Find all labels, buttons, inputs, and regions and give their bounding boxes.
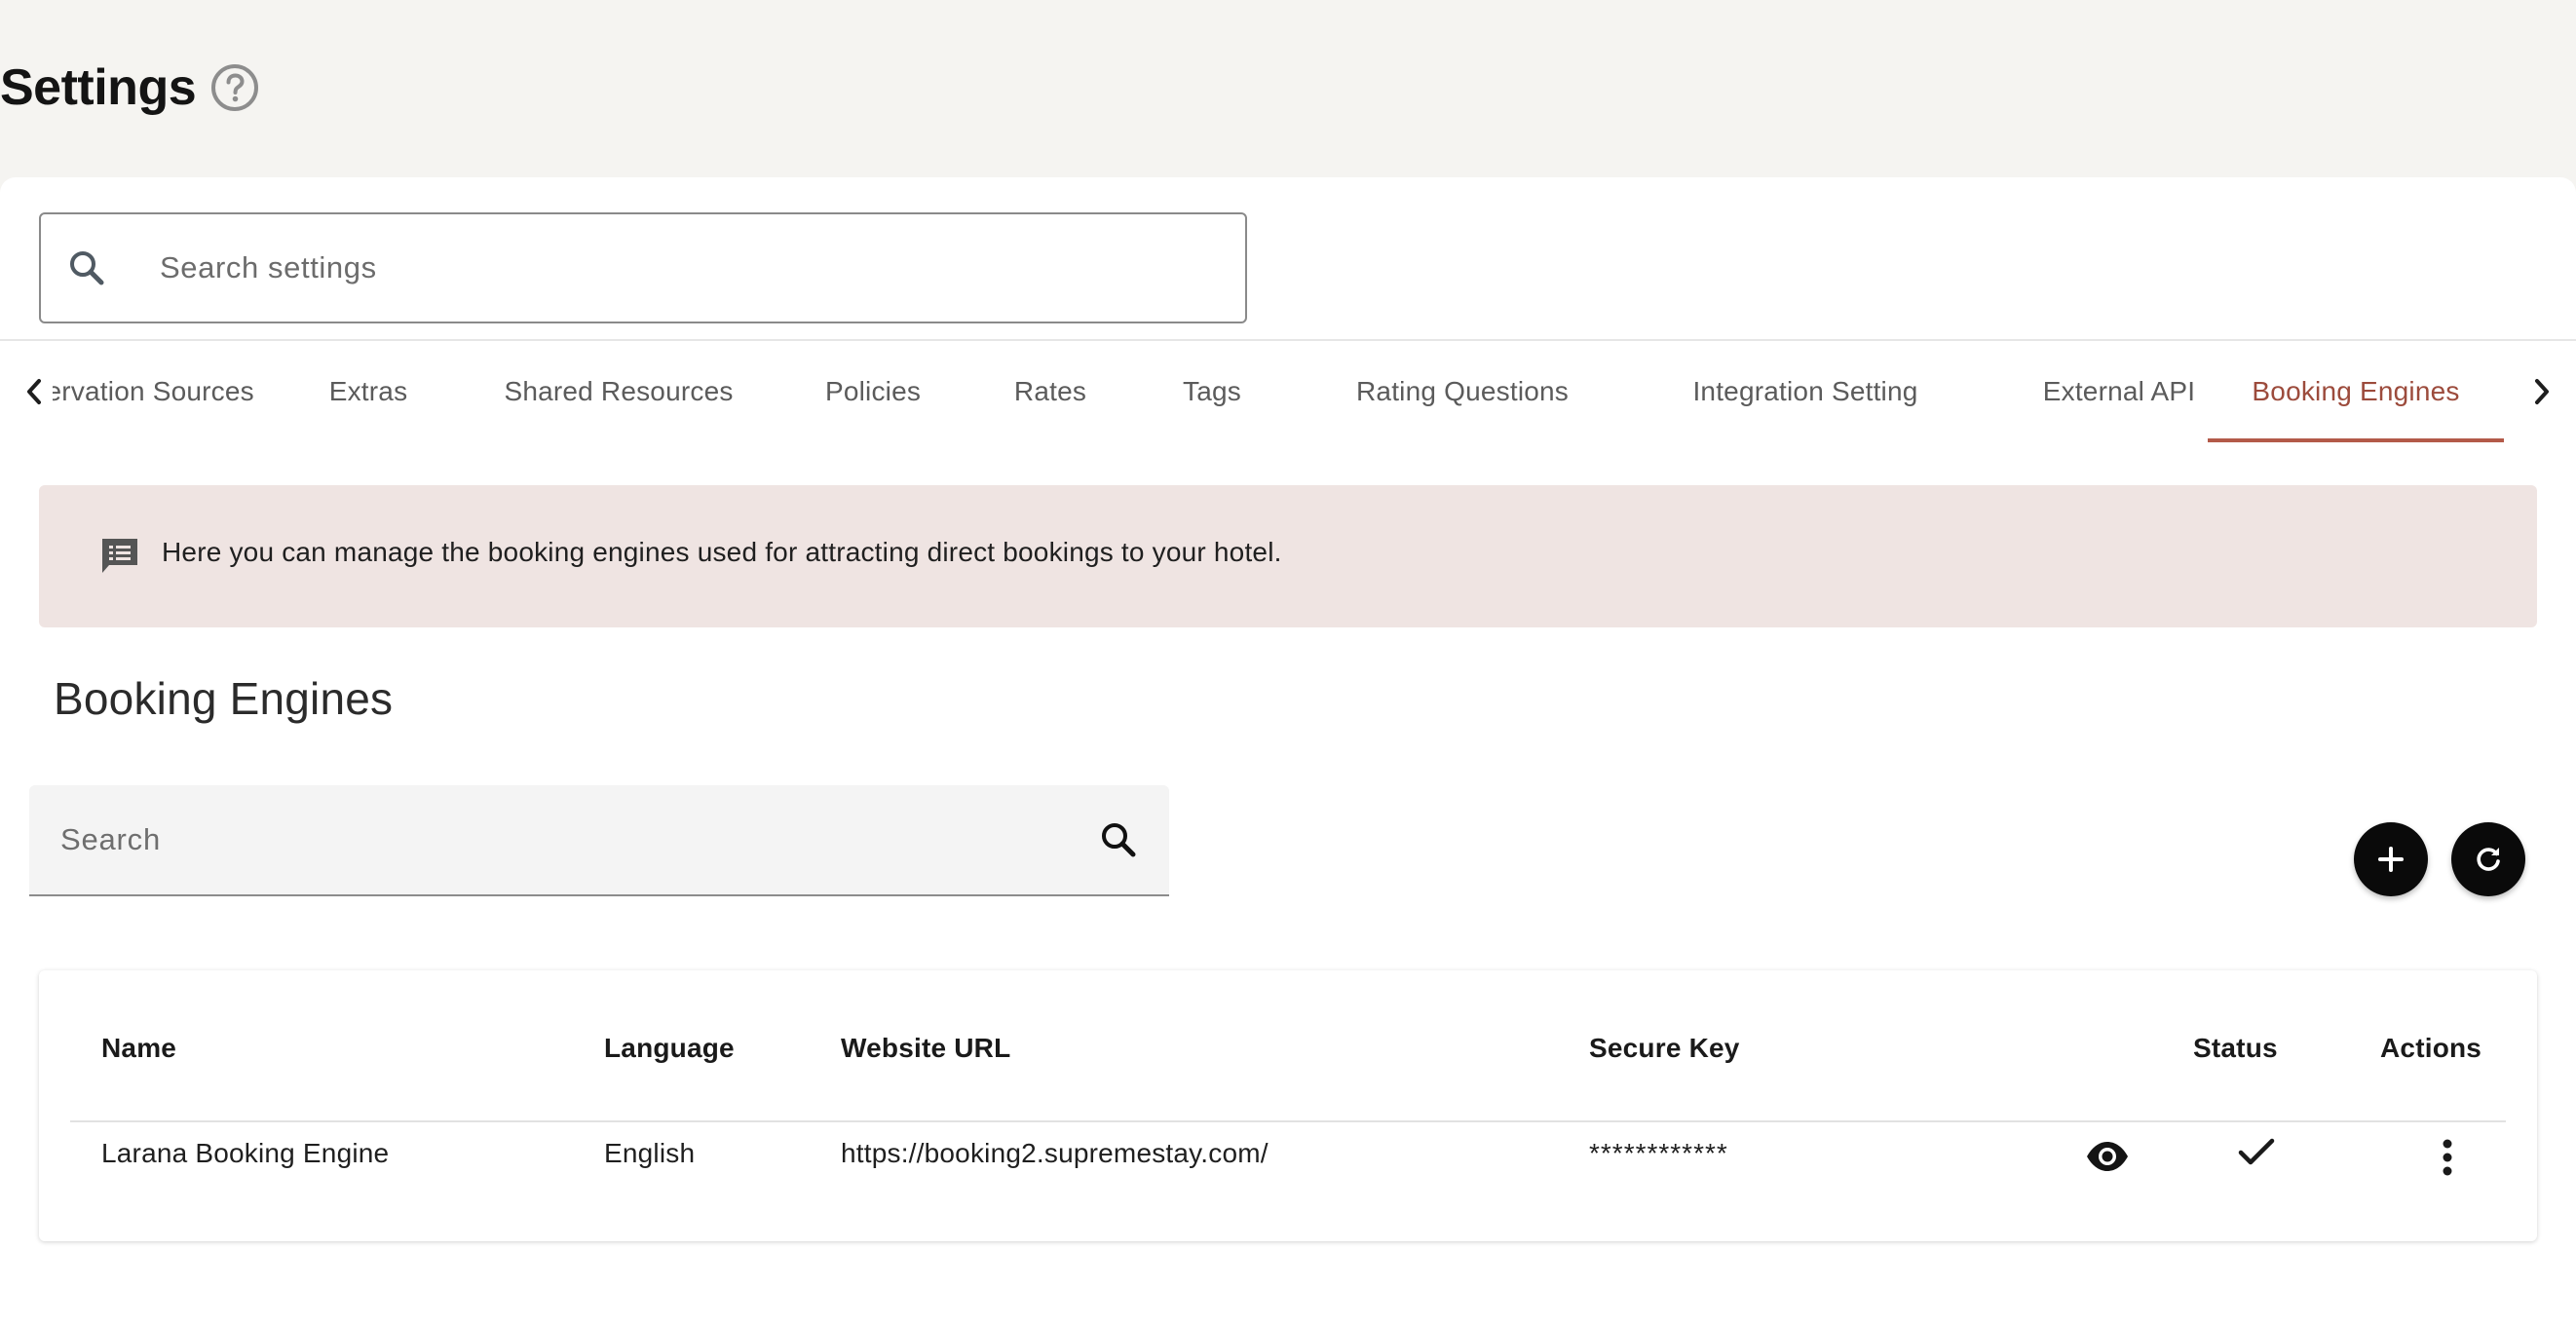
tab-strip: Reservation Sources Extras Shared Resour… bbox=[53, 341, 2508, 442]
settings-tabs: Reservation Sources Extras Shared Resour… bbox=[0, 341, 2576, 442]
column-header-website-url[interactable]: Website URL bbox=[841, 1033, 1010, 1064]
tab-booking-engines[interactable]: Booking Engines bbox=[2208, 341, 2504, 442]
tab-rating-questions[interactable]: Rating Questions bbox=[1311, 341, 1613, 442]
settings-search-input[interactable]: Search settings bbox=[39, 212, 1247, 323]
booking-engines-search-placeholder: Search bbox=[60, 822, 162, 856]
settings-search-placeholder: Search settings bbox=[160, 250, 377, 284]
tab-integration-setting[interactable]: Integration Setting bbox=[1645, 341, 1966, 442]
info-banner-text: Here you can manage the booking engines … bbox=[162, 537, 1282, 567]
booking-engines-table: Name Language Website URL Secure Key Sta… bbox=[39, 970, 2537, 1241]
info-banner: Here you can manage the booking engines … bbox=[39, 485, 2537, 627]
column-header-status[interactable]: Status bbox=[2193, 1033, 2278, 1064]
column-header-actions: Actions bbox=[2380, 1033, 2482, 1063]
check-icon bbox=[2231, 1126, 2282, 1177]
tab-reservation-sources[interactable]: Reservation Sources bbox=[53, 341, 257, 442]
page-header: Settings bbox=[0, 57, 260, 119]
tab-tags[interactable]: Tags bbox=[1154, 341, 1270, 442]
help-circle-icon[interactable] bbox=[209, 62, 260, 113]
column-header-secure-key[interactable]: Secure Key bbox=[1589, 1033, 1740, 1064]
page-title: Settings bbox=[0, 59, 197, 116]
cell-website-url: https://booking2.supremestay.com/ bbox=[841, 1138, 1269, 1168]
search-icon bbox=[64, 246, 109, 290]
table-header-divider bbox=[70, 1120, 2506, 1122]
tab-extras[interactable]: Extras bbox=[300, 341, 436, 442]
plus-icon bbox=[2376, 845, 2406, 874]
refresh-icon bbox=[2473, 844, 2504, 875]
cell-name: Larana Booking Engine bbox=[101, 1138, 390, 1168]
more-vertical-icon[interactable] bbox=[2426, 1130, 2469, 1185]
add-booking-engine-button[interactable] bbox=[2354, 822, 2428, 896]
search-icon[interactable] bbox=[1095, 816, 1142, 863]
tab-policies[interactable]: Policies bbox=[795, 341, 951, 442]
cell-secure-key: ************ bbox=[1589, 1138, 1728, 1168]
chevron-right-icon[interactable] bbox=[2508, 341, 2576, 442]
tab-shared-resources[interactable]: Shared Resources bbox=[479, 341, 758, 442]
column-header-language[interactable]: Language bbox=[604, 1033, 735, 1064]
eye-icon[interactable] bbox=[2081, 1130, 2134, 1183]
column-header-name[interactable]: Name bbox=[101, 1033, 176, 1064]
booking-engines-search-input[interactable]: Search bbox=[29, 785, 1169, 896]
settings-card: Search settings Reservation Sources Extr… bbox=[0, 177, 2576, 1325]
tab-rates[interactable]: Rates bbox=[982, 341, 1118, 442]
refresh-button[interactable] bbox=[2451, 822, 2525, 896]
section-title: Booking Engines bbox=[54, 673, 394, 724]
message-list-icon bbox=[95, 532, 144, 581]
tab-external-api[interactable]: External API bbox=[1995, 341, 2243, 442]
cell-language: English bbox=[604, 1138, 696, 1168]
